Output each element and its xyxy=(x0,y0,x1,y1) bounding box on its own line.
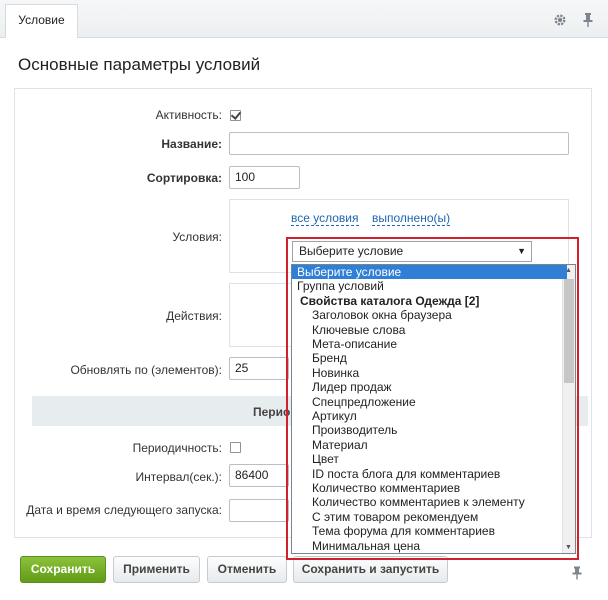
next-run-label: Дата и время следующего запуска: xyxy=(26,503,222,517)
condition-listbox[interactable]: ▲ ▼ Выберите условие Группа условий Свойст… xyxy=(291,264,576,554)
gear-icon[interactable] xyxy=(553,13,567,27)
name-label: Название: xyxy=(161,137,222,151)
listbox-option[interactable]: Лидер продаж xyxy=(292,380,575,394)
periodic-section-title: Перио xyxy=(253,405,291,419)
listbox-option[interactable]: Количество комментариев к элементу xyxy=(292,495,575,509)
listbox-option[interactable]: Выберите условие xyxy=(292,265,567,280)
update-input[interactable]: 25 xyxy=(229,357,289,380)
listbox-option[interactable]: Материал xyxy=(292,438,575,452)
listbox-option[interactable]: Бренд xyxy=(292,351,575,365)
listbox-group-header[interactable]: Свойства каталога Одежда [2] xyxy=(292,294,570,308)
active-label: Активность: xyxy=(155,108,222,122)
sort-label: Сортировка: xyxy=(146,171,222,185)
save-button[interactable]: Сохранить xyxy=(20,556,106,583)
listbox-option[interactable]: Заголовок окна браузера xyxy=(292,308,575,322)
save-and-run-button[interactable]: Сохранить и запустить xyxy=(293,556,448,583)
fulfilled-link[interactable]: выполнено(ы) xyxy=(372,212,451,226)
interval-label: Интервал(сек.): xyxy=(135,470,222,484)
cancel-button[interactable]: Отменить xyxy=(207,556,287,583)
pin-icon[interactable] xyxy=(572,566,582,580)
listbox-option[interactable]: Группа условий xyxy=(292,279,567,293)
listbox-option[interactable]: Тема форума для комментариев xyxy=(292,524,575,538)
tab-condition[interactable]: Условие xyxy=(5,4,78,38)
periodic-checkbox[interactable] xyxy=(230,442,241,453)
listbox-option[interactable]: ID поста блога для комментариев xyxy=(292,467,575,481)
page-title: Основные параметры условий xyxy=(18,55,261,74)
listbox-option[interactable]: Спецпредложение xyxy=(292,395,575,409)
listbox-option[interactable]: Мета-описание xyxy=(292,337,575,351)
actions-label: Действия: xyxy=(166,309,222,323)
listbox-option[interactable]: С этим товаром рекомендуем xyxy=(292,510,575,524)
listbox-option[interactable]: Производитель xyxy=(292,423,575,437)
listbox-option[interactable]: Ключевые слова xyxy=(292,323,575,337)
interval-input[interactable]: 86400 xyxy=(229,464,289,487)
periodic-label: Периодичность: xyxy=(132,441,222,455)
listbox-option[interactable]: Артикул xyxy=(292,409,575,423)
listbox-option[interactable]: Новинка xyxy=(292,366,575,380)
condition-select[interactable]: Выберите условие ▼ xyxy=(292,241,532,262)
condition-select-value: Выберите условие xyxy=(299,244,404,258)
listbox-option[interactable]: Цвет xyxy=(292,452,575,466)
conditions-label: Условия: xyxy=(172,230,222,244)
chevron-down-icon: ▼ xyxy=(517,246,526,256)
tab-bar: Условие xyxy=(0,0,608,38)
next-run-input[interactable] xyxy=(229,499,289,522)
listbox-option[interactable]: Минимальная цена xyxy=(292,539,575,553)
active-checkbox[interactable] xyxy=(230,110,241,121)
update-label: Обновлять по (элементов): xyxy=(70,363,222,377)
pin-icon[interactable] xyxy=(582,12,594,28)
name-input[interactable] xyxy=(229,132,569,155)
sort-input[interactable]: 100 xyxy=(229,166,300,189)
all-conditions-link[interactable]: все условия xyxy=(291,212,359,226)
listbox-option[interactable]: Количество комментариев xyxy=(292,481,575,495)
apply-button[interactable]: Применить xyxy=(113,556,200,583)
